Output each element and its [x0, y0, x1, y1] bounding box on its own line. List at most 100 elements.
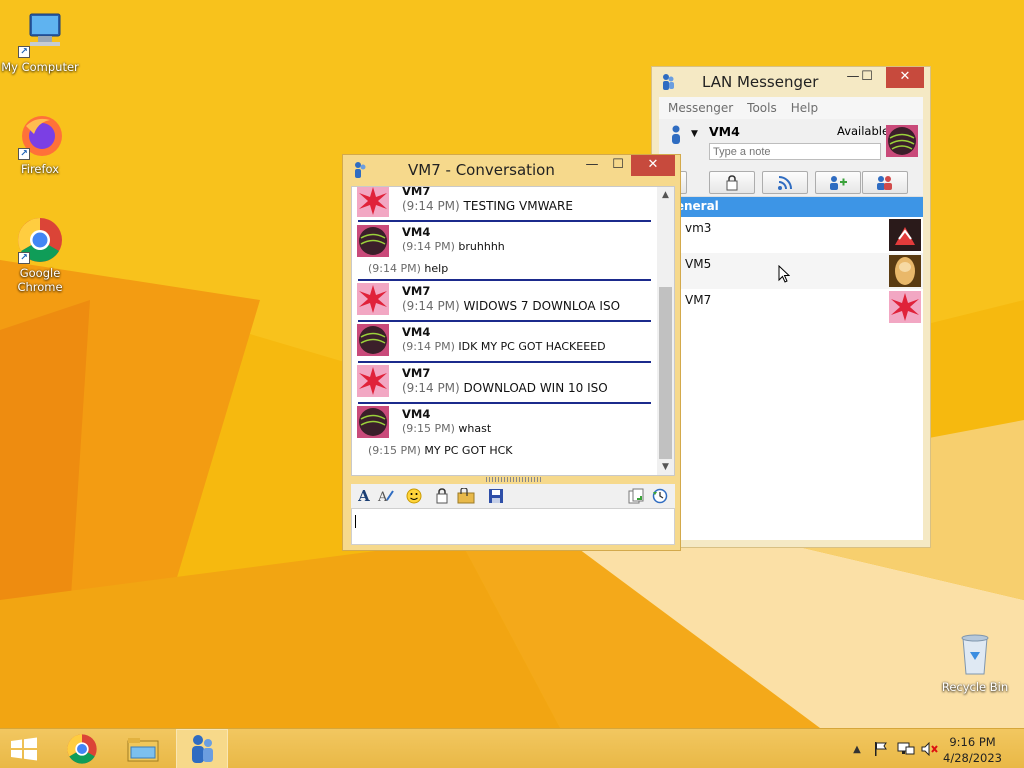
group-header[interactable]: General — [644, 197, 923, 217]
history-scrollbar[interactable]: ▲ ▼ — [657, 187, 674, 475]
menu-help[interactable]: Help — [784, 97, 825, 119]
sender-name: VM7 — [402, 284, 431, 298]
save-icon[interactable] — [487, 487, 505, 505]
contact-vm3[interactable]: vm3 — [659, 217, 923, 253]
message-separator — [358, 279, 651, 281]
message-text: MY PC GOT HCK — [420, 444, 513, 457]
tray-overflow-icon[interactable]: ▲ — [848, 729, 866, 768]
format-toolbar: A A — [351, 484, 675, 508]
copy-icon[interactable] — [627, 487, 645, 505]
conversation-titlebar[interactable]: VM7 - Conversation — ☐ ✕ — [343, 155, 680, 185]
message-line: (9:14 PM) IDK MY PC GOT HACKEEED — [402, 340, 606, 353]
sender-name: VM7 — [402, 186, 431, 198]
sender-avatar — [357, 187, 389, 217]
menu-messenger[interactable]: Messenger — [661, 97, 740, 119]
taskbar-file-explorer[interactable] — [118, 729, 168, 768]
windows-logo-icon — [11, 737, 37, 761]
message-line: (9:14 PM) DOWNLOAD WIN 10 ISO — [402, 381, 608, 395]
start-button[interactable] — [0, 729, 48, 768]
window-title: VM7 - Conversation — [408, 161, 555, 179]
message-text: DOWNLOAD WIN 10 ISO — [459, 381, 608, 395]
history-icon[interactable] — [651, 487, 669, 505]
network-icon[interactable] — [894, 729, 918, 768]
message-separator — [358, 402, 651, 404]
app-icon — [660, 73, 676, 94]
contact-vm7[interactable]: VM7 — [659, 289, 923, 325]
desktop-icon-label: Firefox — [20, 162, 60, 176]
contact-avatar — [889, 219, 921, 251]
shortcut-arrow-icon: ↗ — [18, 252, 30, 264]
lan-messenger-body: Messenger Tools Help ▼ VM4 Available Typ… — [641, 97, 923, 540]
contact-avatar — [889, 255, 921, 287]
paperclip-icon — [726, 174, 738, 190]
shortcut-arrow-icon: ↗ — [18, 46, 30, 58]
sender-avatar — [357, 324, 389, 356]
note-input[interactable] — [709, 143, 881, 160]
scroll-down-icon[interactable]: ▼ — [657, 459, 674, 475]
profile-panel: ▼ VM4 Available — [659, 119, 923, 169]
sender-name: VM4 — [402, 225, 431, 239]
lan-messenger-window[interactable]: LAN Messenger — ☐ ✕ Messenger Tools Help… — [641, 66, 931, 548]
status-dropdown-icon[interactable]: ▼ — [691, 129, 698, 139]
desktop-icon-my-computer[interactable]: ↗ My Computer — [0, 10, 80, 74]
close-button[interactable]: ✕ — [886, 67, 924, 88]
shortcut-arrow-icon: ↗ — [18, 148, 30, 160]
desktop-icon-firefox[interactable]: ↗ Firefox — [0, 112, 80, 176]
message-input[interactable] — [351, 508, 675, 545]
taskbar-chrome[interactable] — [58, 729, 106, 768]
add-contact-button[interactable] — [815, 171, 861, 194]
taskbar: ▲ 9:16 PM 4/28/2023 — [0, 728, 1024, 768]
group-button[interactable] — [862, 171, 908, 194]
message-text: whast — [454, 422, 492, 435]
contact-name: VM5 — [685, 257, 712, 271]
smiley-icon[interactable] — [405, 487, 423, 505]
profile-status[interactable]: Available — [837, 124, 889, 138]
window-title: LAN Messenger — [702, 73, 819, 91]
volume-muted-icon[interactable] — [918, 729, 942, 768]
sender-name: VM4 — [402, 407, 431, 421]
contact-vm5[interactable]: VM5 — [659, 253, 923, 289]
contact-avatar — [889, 291, 921, 323]
scroll-up-icon[interactable]: ▲ — [657, 187, 674, 203]
font-icon[interactable]: A — [355, 487, 373, 505]
conversation-window[interactable]: VM7 - Conversation — ☐ ✕ VM7 (9:14 PM) T… — [342, 154, 681, 551]
message-time: (9:14 PM) — [402, 381, 460, 395]
message-history[interactable]: VM7 (9:14 PM) TESTING VMWARE VM4 (9:14 P… — [351, 186, 675, 476]
recycle-bin-icon — [951, 630, 999, 678]
font-color-icon[interactable]: A — [377, 487, 395, 505]
taskbar-lan-messenger[interactable] — [176, 729, 228, 768]
desktop-icon-recycle-bin[interactable]: Recycle Bin — [935, 630, 1015, 694]
desktop-icon-chrome[interactable]: ↗ Google Chrome — [0, 216, 80, 294]
lan-messenger-icon — [192, 735, 213, 763]
maximize-button[interactable]: ☐ — [603, 155, 633, 176]
action-center-flag-icon[interactable] — [870, 729, 892, 768]
message-time: (9:14 PM) — [402, 199, 460, 213]
scroll-thumb[interactable] — [659, 287, 672, 459]
message-text: bruhhhh — [454, 240, 505, 253]
contact-name: vm3 — [685, 221, 712, 235]
close-button[interactable]: ✕ — [631, 155, 675, 176]
system-clock[interactable]: 9:16 PM 4/28/2023 — [943, 734, 1002, 766]
send-folder-icon[interactable] — [457, 487, 475, 505]
message-line: (9:14 PM) help — [368, 262, 448, 275]
message-separator — [358, 361, 651, 363]
message-time: (9:14 PM) — [402, 240, 455, 253]
sender-name: VM4 — [402, 325, 431, 339]
computer-icon: ↗ — [16, 10, 64, 58]
mouse-cursor-icon — [778, 264, 791, 286]
profile-avatar[interactable] — [886, 125, 918, 157]
lan-messenger-titlebar[interactable]: LAN Messenger — ☐ ✕ — [652, 67, 930, 97]
send-file-button[interactable] — [709, 171, 755, 194]
status-user-icon[interactable] — [669, 125, 683, 148]
folder-icon — [127, 738, 159, 762]
broadcast-icon — [778, 175, 792, 190]
menu-bar: Messenger Tools Help — [659, 97, 923, 119]
maximize-button[interactable]: ☐ — [852, 67, 882, 88]
broadcast-button[interactable] — [762, 171, 808, 194]
send-file-icon[interactable] — [433, 487, 451, 505]
menu-tools[interactable]: Tools — [740, 97, 784, 119]
message-line: (9:14 PM) WIDOWS 7 DOWNLOA ISO — [402, 299, 620, 313]
splitter-grip[interactable] — [486, 477, 542, 482]
desktop-icon-label: Recycle Bin — [941, 680, 1009, 694]
profile-name: VM4 — [709, 124, 740, 139]
